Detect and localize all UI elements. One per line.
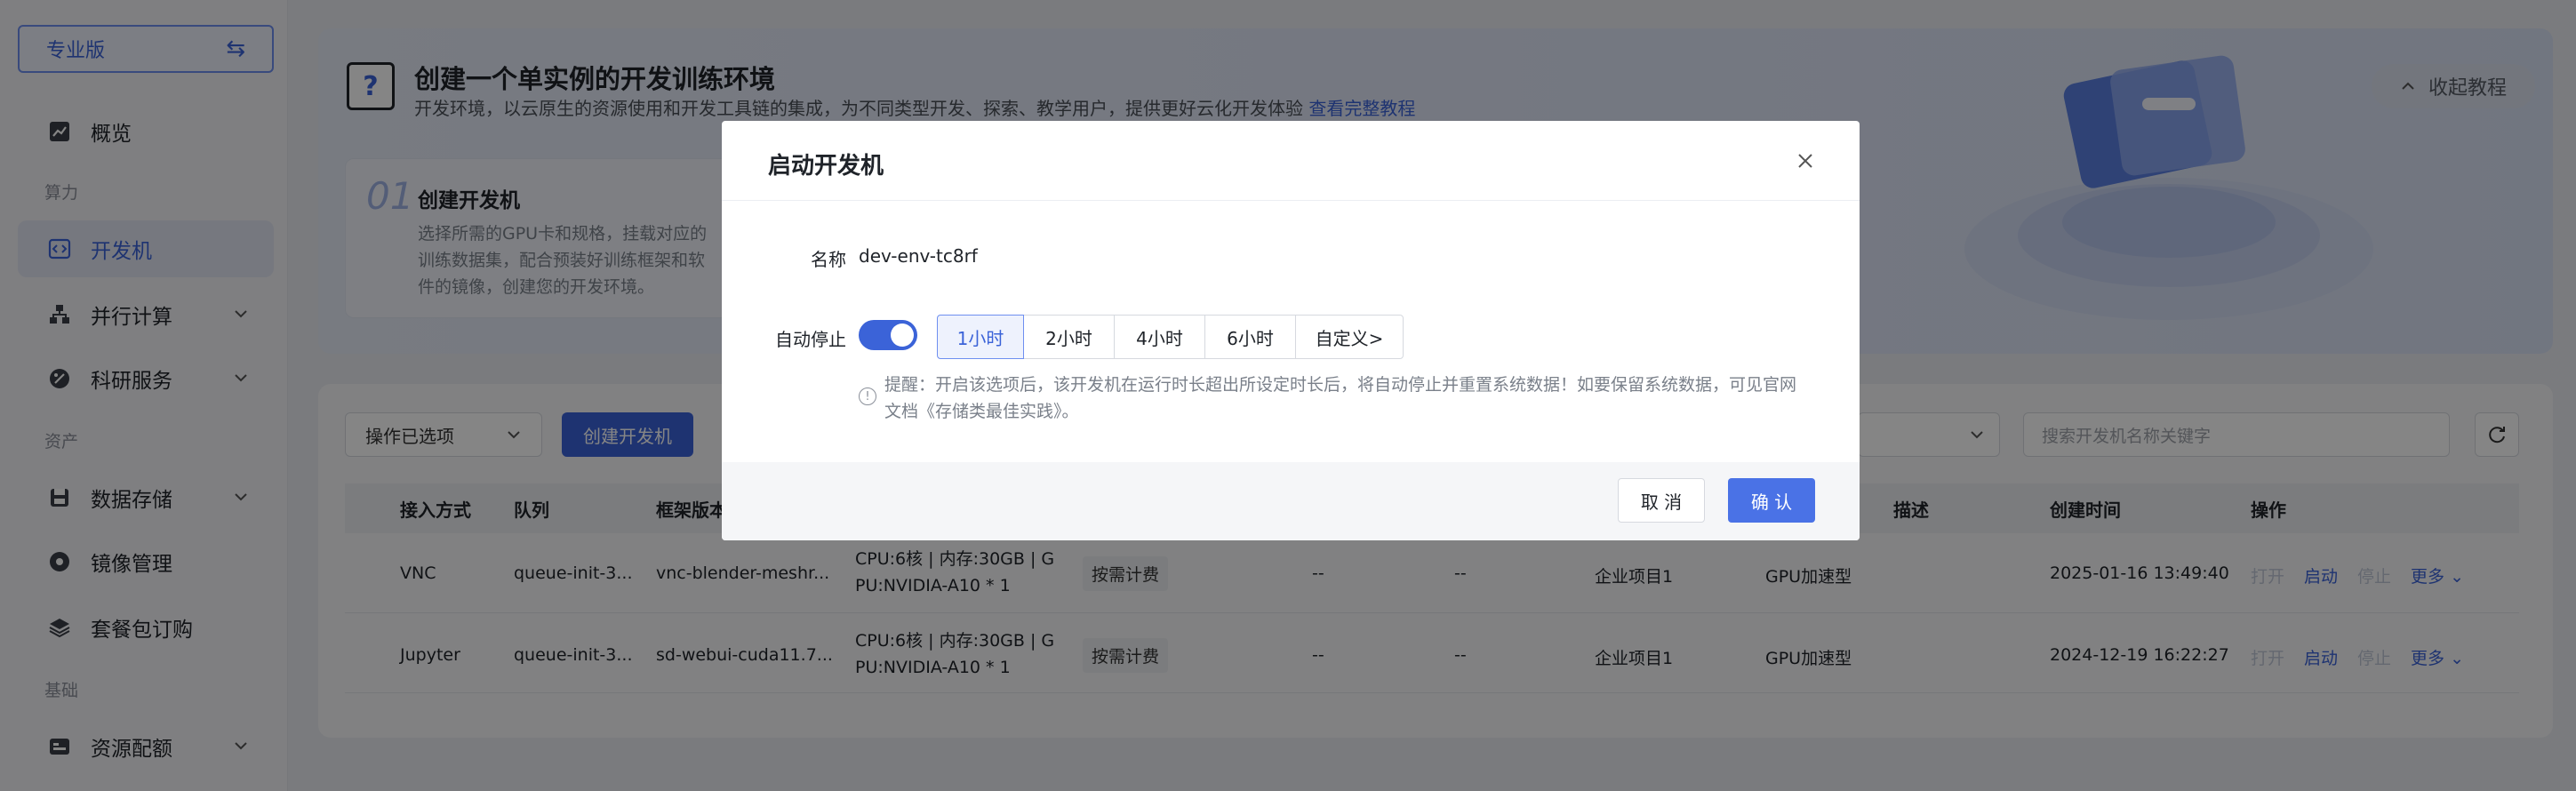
autostop-hint: 提醒：开启该选项后，该开发机在运行时长超出所设定时长后，将自动停止并重置系统数据…	[884, 372, 1809, 425]
autostop-label: 自动停止	[775, 329, 846, 350]
dialog-header	[722, 121, 1860, 201]
duration-option[interactable]: 6小时	[1204, 315, 1296, 359]
hint-line: 文档《存储类最佳实践》。	[884, 402, 1079, 421]
start-devmachine-dialog: 启动开发机 名称 dev-env-tc8rf 自动停止 1小时 2小时 4小时 …	[722, 121, 1860, 540]
autostop-toggle[interactable]	[859, 320, 917, 350]
close-icon[interactable]	[1792, 148, 1819, 174]
info-icon: !	[859, 388, 876, 405]
hint-line: 提醒：开启该选项后，该开发机在运行时长超出所设定时长后，将自动停止并重置系统数据…	[884, 375, 1797, 395]
duration-option[interactable]: 4小时	[1114, 315, 1205, 359]
name-value: dev-env-tc8rf	[859, 245, 978, 267]
confirm-button[interactable]: 确 认	[1728, 478, 1815, 523]
duration-option[interactable]: 1小时	[937, 315, 1024, 359]
toggle-knob	[891, 324, 914, 347]
name-label: 名称	[811, 249, 846, 270]
cancel-button[interactable]: 取 消	[1618, 478, 1705, 523]
duration-option[interactable]: 2小时	[1023, 315, 1115, 359]
duration-option-custom[interactable]: 自定义>	[1295, 315, 1404, 359]
dialog-title: 启动开发机	[768, 153, 884, 180]
